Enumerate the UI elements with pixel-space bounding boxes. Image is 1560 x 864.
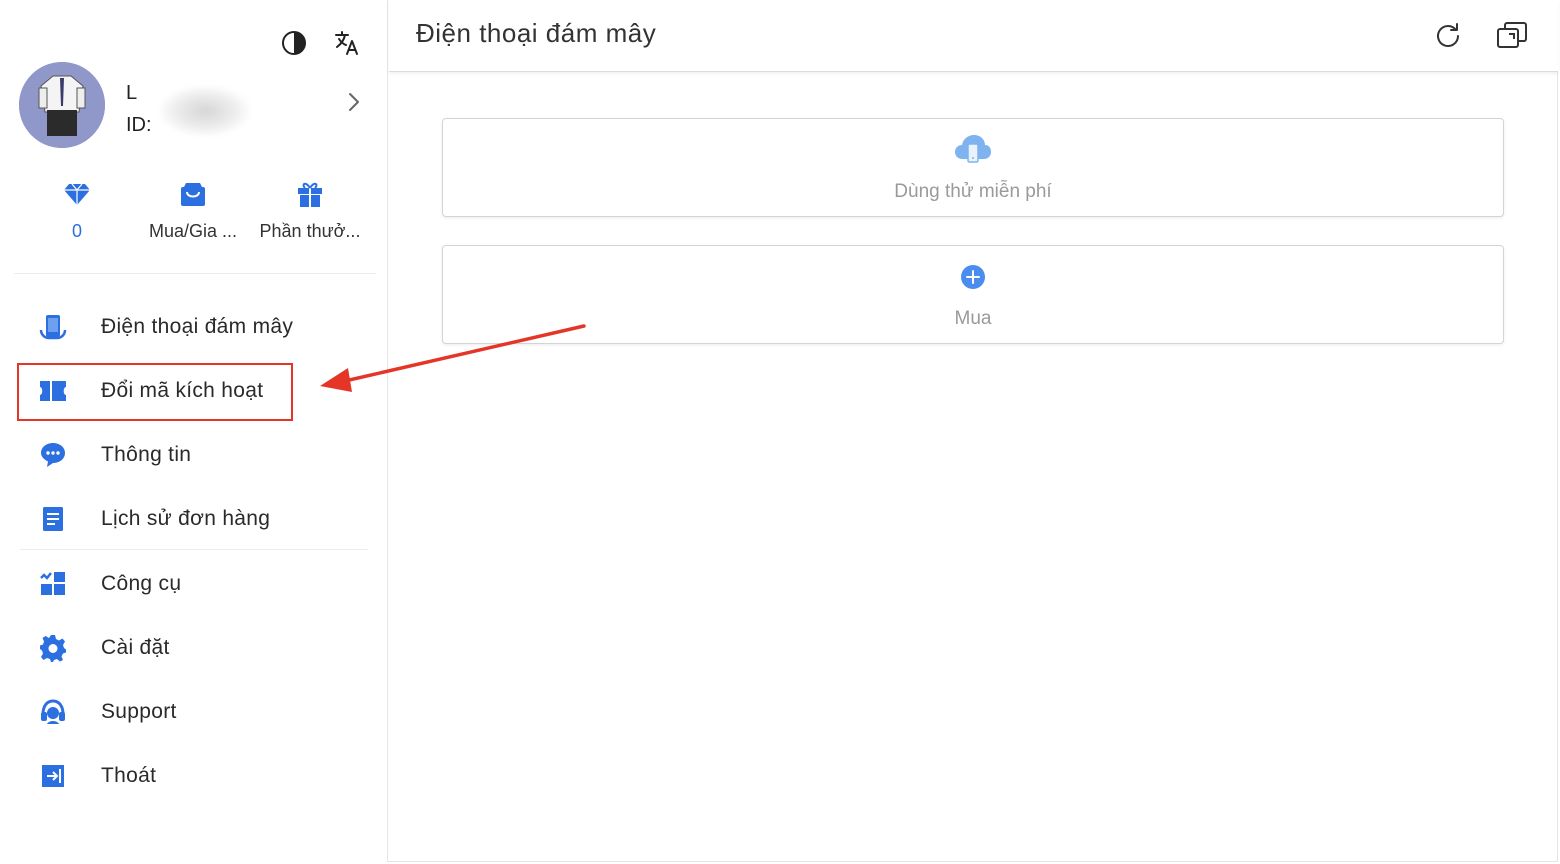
tools-icon [20, 570, 86, 598]
plus-circle-icon [443, 264, 1503, 290]
user-name: L [126, 82, 138, 104]
refresh-icon[interactable] [1431, 18, 1465, 52]
rewards-label: Phần thưở... [259, 221, 361, 241]
nav-label: Công cụ [101, 572, 182, 595]
cloud-phone-icon [443, 131, 1503, 167]
stat-diamonds[interactable]: 0 [17, 178, 137, 242]
divider [20, 549, 368, 550]
logout-icon [20, 763, 86, 789]
user-id-label: ID: [126, 114, 152, 136]
sidebar: L ID: 0 Mua/Gia ... Phần thưở... Điện th… [0, 0, 388, 862]
redeem-code-highlight [17, 363, 293, 421]
diamond-count: 0 [71, 221, 82, 241]
gift-icon [250, 178, 370, 210]
gear-icon [20, 634, 86, 662]
cloud-phone-icon [20, 313, 86, 341]
account-stats: 0 Mua/Gia ... Phần thưở... [20, 178, 370, 248]
page-title: Điện thoại đám mây [416, 18, 657, 48]
nav-label: Lịch sử đơn hàng [101, 507, 271, 530]
nav-cloud-phone[interactable]: Điện thoại đám mây [20, 299, 370, 355]
nav-label: Support [101, 700, 177, 723]
nav-logout[interactable]: Thoát [20, 748, 370, 804]
free-trial-label: Dùng thử miễn phí [894, 181, 1052, 202]
window-switch-icon[interactable] [1495, 18, 1529, 52]
nav-tools[interactable]: Công cụ [20, 556, 370, 612]
shopping-bag-icon [133, 178, 253, 210]
translate-icon[interactable] [332, 28, 362, 58]
avatar[interactable] [19, 62, 105, 148]
nav-settings[interactable]: Cài đặt [20, 620, 370, 676]
stat-rewards[interactable]: Phần thưở... [250, 178, 370, 242]
message-icon [20, 441, 86, 469]
main-header: Điện thoại đám mây [389, 0, 1558, 72]
buy-card[interactable]: Mua [442, 245, 1504, 344]
nav-label: Thông tin [101, 443, 192, 466]
nav-support[interactable]: Support [20, 684, 370, 740]
nav-messages[interactable]: Thông tin [20, 427, 370, 483]
nav-label: Cài đặt [101, 636, 170, 659]
buy-label: Mua [954, 308, 992, 329]
headset-icon [20, 698, 86, 726]
document-icon [20, 505, 86, 533]
diamond-icon [17, 178, 137, 210]
nav-order-history[interactable]: Lịch sử đơn hàng [20, 491, 370, 547]
free-trial-card[interactable]: Dùng thử miễn phí [442, 118, 1504, 217]
nav-label: Thoát [101, 764, 157, 787]
nav-label: Điện thoại đám mây [101, 315, 294, 338]
theme-toggle-icon[interactable] [279, 28, 309, 58]
chevron-right-icon[interactable] [342, 88, 366, 116]
buy-renew-label: Mua/Gia ... [148, 221, 238, 241]
divider [14, 273, 376, 274]
redacted-user-info [160, 86, 250, 136]
stat-buy-renew[interactable]: Mua/Gia ... [133, 178, 253, 242]
